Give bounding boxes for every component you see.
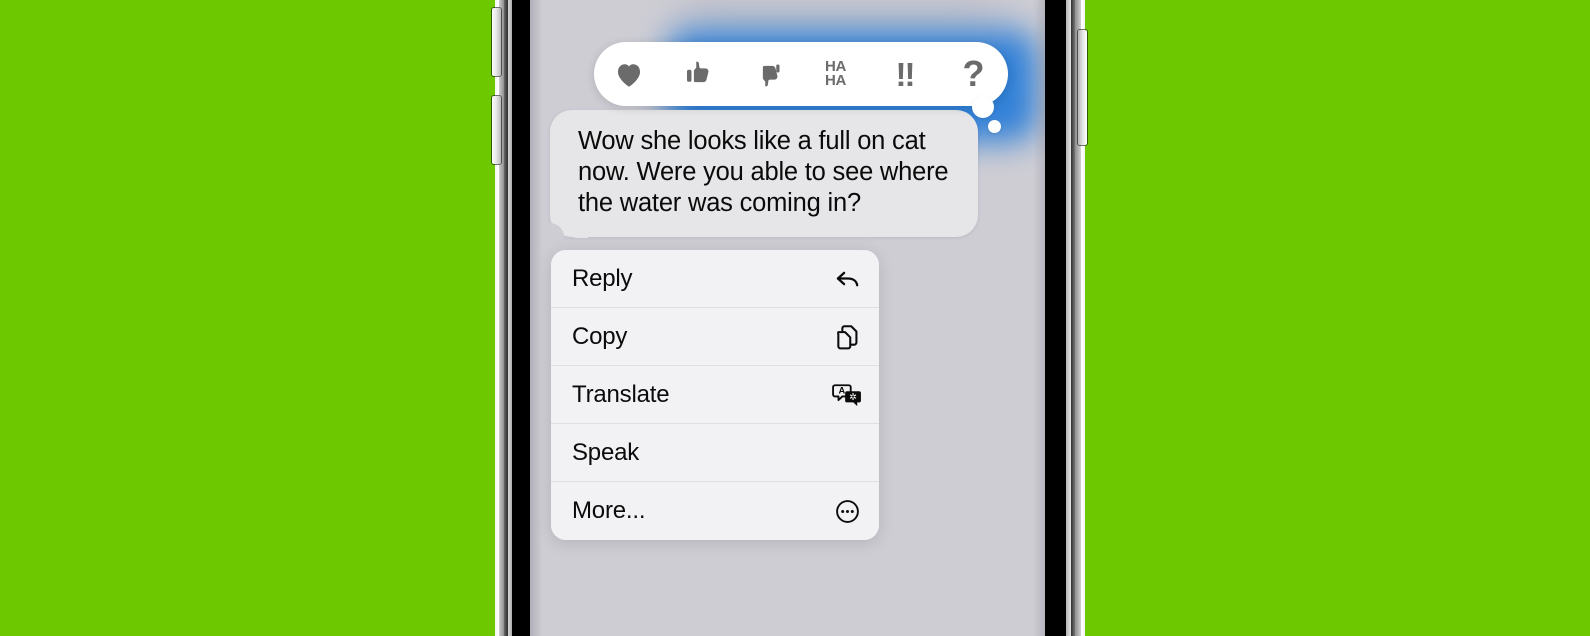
haha-line-2: HA: [824, 72, 847, 89]
phone-bezel-right: [1045, 0, 1066, 636]
context-menu-item-label: Reply: [572, 264, 633, 292]
translate-bubbles-icon: A ✲: [832, 380, 862, 410]
thumbs-up-icon[interactable]: [670, 47, 726, 101]
svg-text:✲: ✲: [849, 392, 857, 403]
phone-frame-right-dark: [1071, 0, 1075, 636]
context-menu-item-label: Copy: [572, 322, 628, 350]
volume-down-button[interactable]: [492, 96, 501, 164]
context-menu-item-label: Speak: [572, 438, 640, 466]
context-menu-item-copy[interactable]: Copy: [551, 308, 879, 366]
phone-screen: HA HA !! ? Wow she looks like a full on …: [530, 0, 1045, 636]
power-button[interactable]: [1078, 30, 1087, 145]
tapback-reaction-bar[interactable]: HA HA !! ?: [594, 42, 1008, 106]
question-mark-icon[interactable]: ?: [946, 47, 1002, 101]
thumbs-down-icon[interactable]: [739, 47, 795, 101]
context-menu-item-speak[interactable]: Speak: [551, 424, 879, 482]
message-bubble-tail-notch: [550, 223, 564, 239]
message-bubble[interactable]: Wow she looks like a full on cat now. We…: [550, 110, 978, 239]
phone-device: HA HA !! ? Wow she looks like a full on …: [490, 0, 1090, 636]
tapback-tail-dot-large: [972, 96, 994, 118]
exclamation-icon[interactable]: !!: [877, 47, 933, 101]
context-menu-item-label: More...: [572, 497, 646, 524]
volume-up-button[interactable]: [492, 8, 501, 76]
context-menu-item-translate[interactable]: Translate A ✲: [551, 366, 879, 424]
message-text: Wow she looks like a full on cat now. We…: [578, 127, 949, 217]
context-menu-item-label: Translate: [572, 380, 670, 408]
copy-documents-icon: [832, 322, 862, 352]
phone-frame-right-shine: [1066, 0, 1071, 636]
more-ellipsis-circle-icon: [832, 496, 862, 526]
haha-icon[interactable]: HA HA: [808, 47, 864, 101]
speak-icon-placeholder: [832, 438, 862, 468]
context-menu-item-more[interactable]: More...: [551, 482, 879, 540]
heart-icon[interactable]: [601, 47, 657, 101]
message-context-menu[interactable]: Reply Copy Translate A ✲ Speak More...: [551, 250, 879, 540]
phone-bezel-left: [512, 0, 530, 636]
reply-arrow-icon: [832, 264, 862, 294]
svg-text:A: A: [839, 385, 846, 395]
message-bubble-tail: [562, 214, 588, 238]
screen-edge-shading-left: [530, 0, 542, 636]
context-menu-item-reply[interactable]: Reply: [551, 250, 879, 308]
tapback-tail-dot-small: [988, 120, 1001, 133]
